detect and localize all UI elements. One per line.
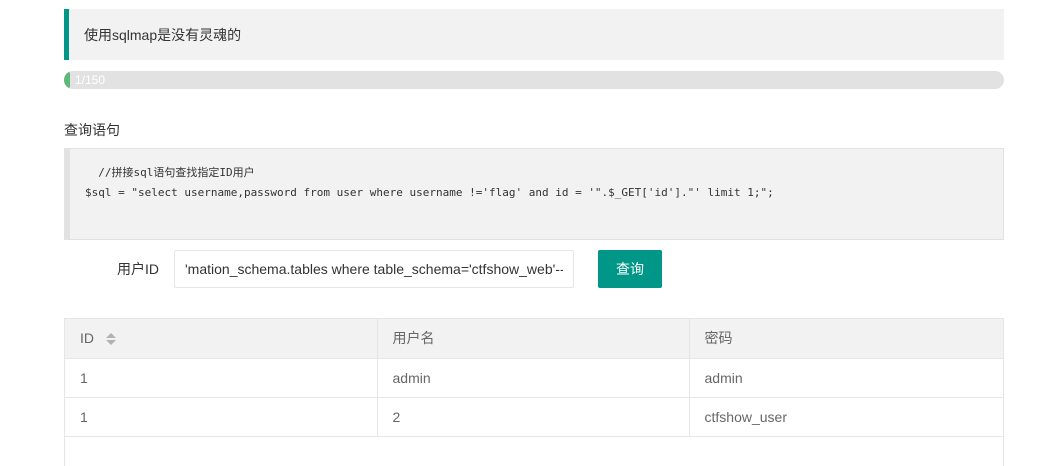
- query-button[interactable]: 查询: [598, 250, 662, 288]
- cell-password: admin: [689, 358, 1003, 398]
- code-line-comment: //拼接sql语句查找指定ID用户: [85, 166, 255, 179]
- header-id-label: ID: [80, 330, 94, 347]
- page: 使用sqlmap是没有灵魂的 1/150 查询语句 //拼接sql语句查找指定I…: [0, 0, 1046, 466]
- cell-username: 2: [377, 397, 690, 437]
- user-id-input[interactable]: [174, 250, 574, 288]
- header-id[interactable]: ID: [65, 319, 378, 359]
- header-password: 密码: [689, 319, 1003, 359]
- cell-id: 1: [65, 397, 378, 437]
- cell-id: 1: [65, 358, 378, 398]
- code-line-sql: $sql = "select username,password from us…: [85, 186, 774, 199]
- sort-icon[interactable]: [105, 332, 116, 346]
- notice-banner: 使用sqlmap是没有灵魂的: [64, 9, 1004, 60]
- cell-username: admin: [377, 358, 690, 398]
- results-table: ID 用户名 密码 1 admin admin 1 2 ctfshow_user: [64, 318, 1004, 466]
- code-block: //拼接sql语句查找指定ID用户 $sql = "select usernam…: [64, 148, 1004, 240]
- cell-password: ctfshow_user: [689, 397, 1003, 437]
- progress-label: 1/150: [75, 73, 106, 87]
- section-title: 查询语句: [64, 122, 120, 138]
- header-username: 用户名: [377, 319, 690, 359]
- table-row: 1 2 ctfshow_user: [65, 397, 1003, 437]
- user-id-label: 用户ID: [117, 261, 159, 277]
- notice-text: 使用sqlmap是没有灵魂的: [84, 26, 242, 43]
- table-row: 1 admin admin: [65, 358, 1003, 398]
- progress-fill: [64, 71, 71, 89]
- table-header-row: ID 用户名 密码: [65, 319, 1003, 359]
- progress-bar: 1/150: [64, 71, 1004, 89]
